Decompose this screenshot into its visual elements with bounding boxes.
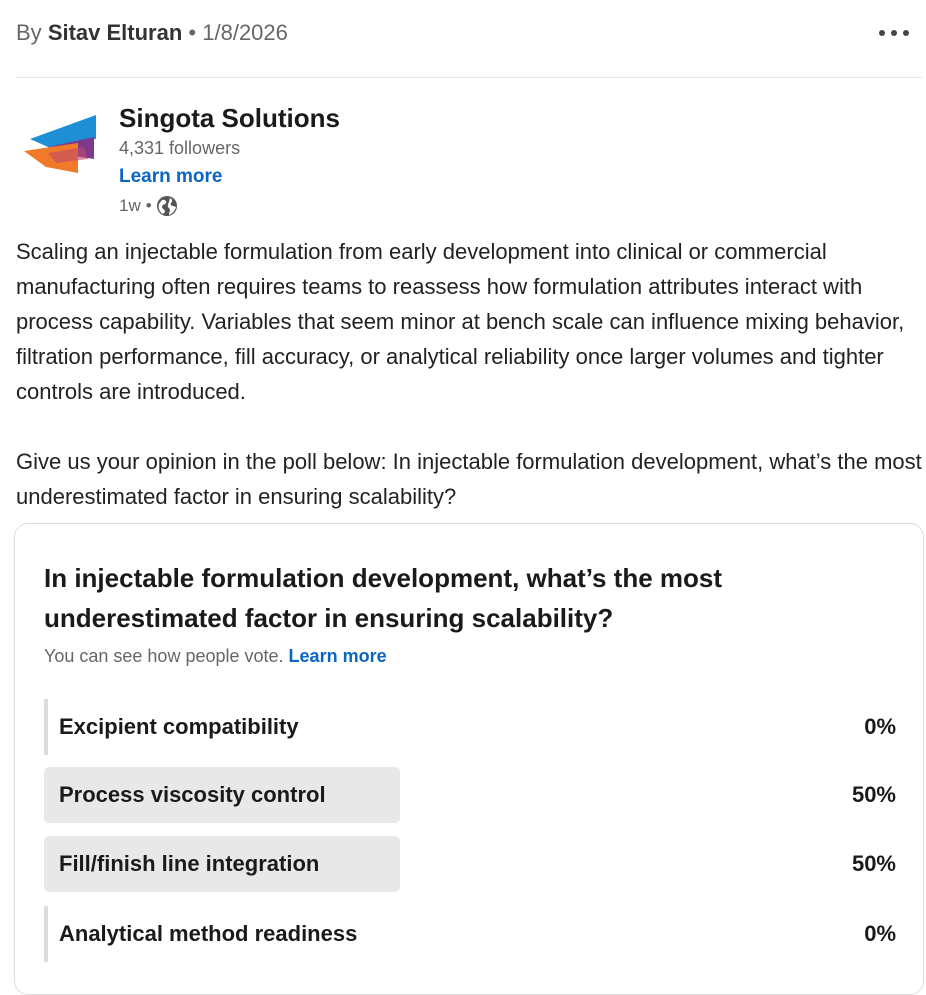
learn-more-link[interactable]: Learn more (119, 166, 222, 188)
poll-option-label: Process viscosity control (59, 782, 326, 807)
poll-bar-edge (44, 906, 48, 962)
poll-option-percent: 50% (851, 851, 896, 876)
more-dot-icon (903, 30, 909, 36)
more-dot-icon (891, 30, 897, 36)
author-name[interactable]: Sitav Elturan (48, 20, 182, 45)
company-logo[interactable] (22, 113, 98, 177)
follower-count: 4,331 followers (119, 138, 241, 158)
post-paragraph: Scaling an injectable formulation from e… (16, 239, 905, 404)
poll-option-label: Fill/finish line integration (59, 851, 320, 876)
more-dot-icon (879, 30, 885, 36)
poll-option-percent: 0% (864, 714, 896, 739)
poll-bar-edge (44, 699, 48, 755)
post-body: Scaling an injectable formulation from e… (16, 234, 924, 514)
byline-prefix: By (16, 20, 42, 45)
post-paragraph: Give us your opinion in the poll below: … (16, 449, 922, 509)
poll-card: In injectable formulation development, w… (14, 523, 924, 995)
poll-option-fill-finish-line-integration[interactable]: Fill/finish line integration 50% (44, 836, 896, 892)
poll-option-excipient-compatibility[interactable]: Excipient compatibility 0% (44, 699, 896, 755)
poll-option-percent: 0% (864, 921, 896, 946)
byline-separator: • (188, 20, 197, 45)
company-name[interactable]: Singota Solutions (119, 103, 340, 134)
poll-learn-more-link[interactable]: Learn more (289, 646, 387, 666)
globe-icon (156, 196, 177, 216)
poll-question: In injectable formulation development, w… (44, 563, 723, 633)
meta-separator: • (145, 196, 152, 215)
poll-option-percent: 50% (851, 782, 896, 807)
poll-option-process-viscosity-control[interactable]: Process viscosity control 50% (44, 767, 896, 823)
post-meta: 1w • (119, 195, 178, 217)
more-options-button[interactable] (868, 18, 920, 48)
poll-option-analytical-method-readiness[interactable]: Analytical method readiness 0% (44, 906, 896, 962)
post-date: 1/8/2026 (202, 20, 288, 45)
poll-option-label: Analytical method readiness (59, 921, 358, 946)
poll-option-label: Excipient compatibility (59, 714, 299, 739)
post-age: 1w (119, 196, 141, 215)
divider (16, 77, 922, 78)
poll-subtext: You can see how people vote. Learn more (44, 646, 387, 667)
byline: By Sitav Elturan • 1/8/2026 (16, 20, 288, 46)
poll-visibility-note: You can see how people vote. (44, 646, 284, 666)
